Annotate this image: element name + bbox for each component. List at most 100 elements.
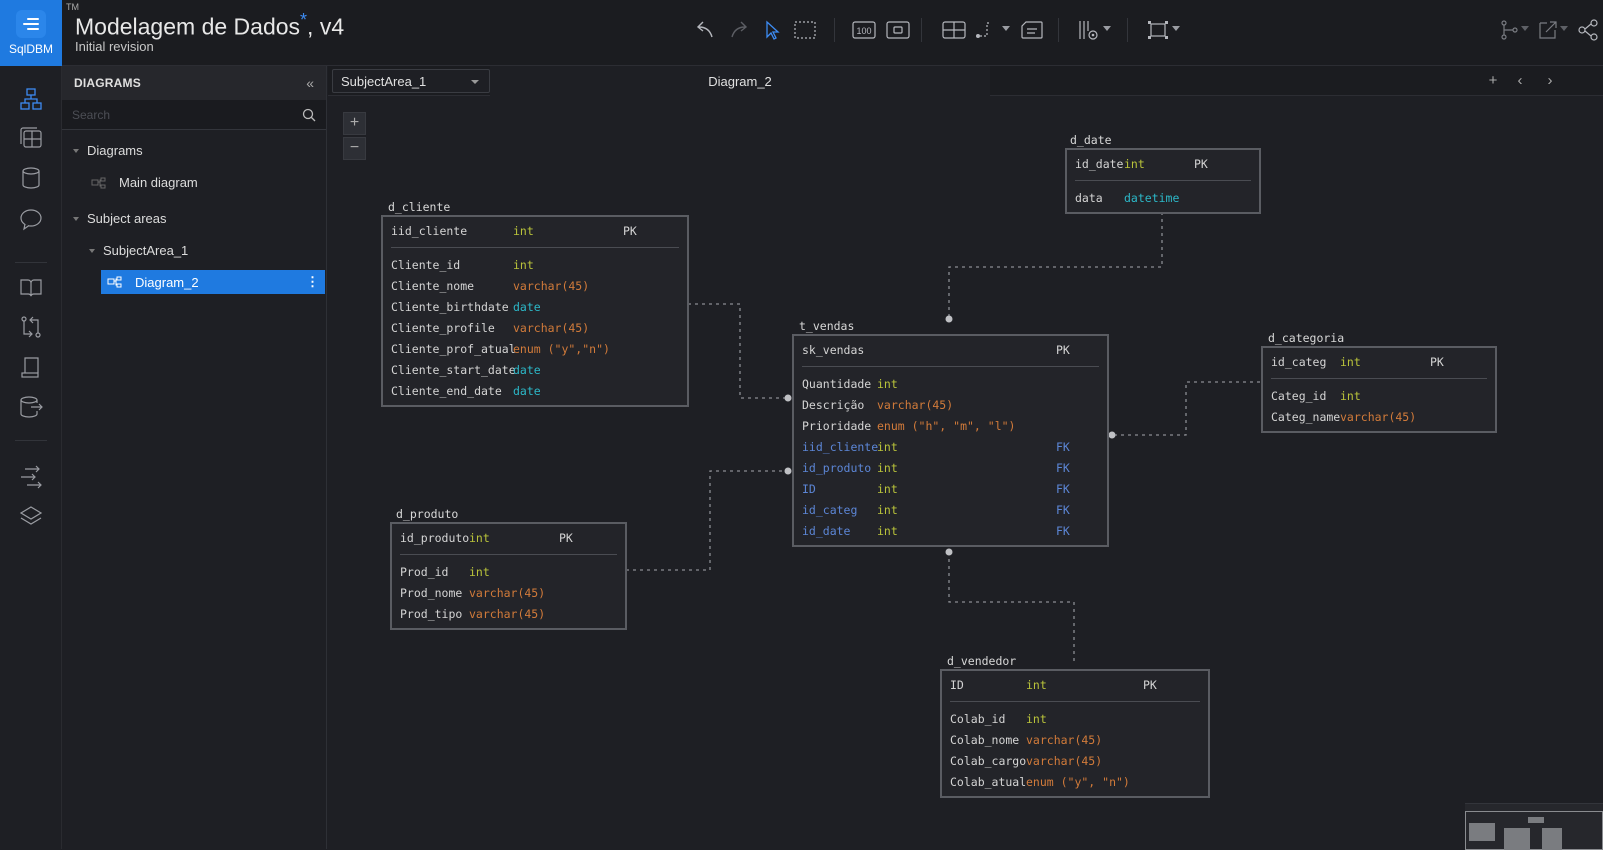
branch-dropdown-caret[interactable] — [1521, 26, 1529, 31]
column-row[interactable]: id_categ int FK — [794, 499, 1107, 520]
export-dropdown-caret[interactable] — [1560, 26, 1568, 31]
column-row[interactable]: Colab_cargo varchar(45) — [942, 750, 1208, 771]
search-icon[interactable] — [302, 108, 316, 122]
column-row[interactable]: data datetime — [1067, 187, 1259, 208]
diagram-canvas[interactable]: + − d_cliente iid_cliente int PK Cliente_id… — [328, 97, 1603, 849]
column-row[interactable]: Colab_nome varchar(45) — [942, 729, 1208, 750]
add-tab-icon[interactable]: + — [1483, 71, 1503, 91]
column-row[interactable]: id_date int FK — [794, 520, 1107, 541]
column-row[interactable]: Cliente_prof_atual enum ("y","n") — [383, 338, 687, 359]
collapse-panel-icon[interactable]: « — [306, 75, 314, 91]
column-row[interactable]: Quantidade int — [794, 373, 1107, 394]
table-d-cliente[interactable]: iid_cliente int PK Cliente_id int Cliente_nom… — [381, 215, 689, 407]
visibility-icon[interactable] — [1076, 17, 1102, 43]
tree-subject-area-1[interactable]: SubjectArea_1 — [89, 243, 188, 258]
panel-title: DIAGRAMS — [74, 76, 141, 90]
diagram-icon[interactable] — [16, 84, 46, 114]
column-row[interactable]: ID int FK — [794, 478, 1107, 499]
column-row[interactable]: id_produto int FK — [794, 457, 1107, 478]
visibility-dropdown-caret[interactable] — [1103, 26, 1111, 31]
undo-icon[interactable] — [692, 17, 718, 43]
export-icon[interactable] — [1535, 17, 1561, 43]
note-icon[interactable] — [1019, 17, 1045, 43]
table-d-vendedor[interactable]: ID int PK Colab_id int Colab_nome varchar(45) C… — [940, 669, 1210, 798]
chevron-right-icon[interactable]: › — [1540, 71, 1560, 91]
table-d-date[interactable]: id_date int PK data datetime — [1065, 148, 1261, 214]
marquee-select-icon[interactable] — [792, 17, 818, 43]
column-row[interactable]: Cliente_end_date date — [383, 380, 687, 401]
column-row[interactable]: Cliente_start_date date — [383, 359, 687, 380]
column-row[interactable]: Descrição varchar(45) — [794, 394, 1107, 415]
project-title[interactable]: Modelagem de Dados*, v4 — [75, 10, 344, 41]
column-row[interactable]: Cliente_nome varchar(45) — [383, 275, 687, 296]
column-row[interactable]: Categ_id int — [1263, 385, 1495, 406]
relationship-line-vendedor[interactable] — [948, 552, 1075, 661]
pk-divider — [391, 247, 679, 248]
relationship-line-cliente[interactable] — [688, 303, 788, 399]
pk-column-row[interactable]: id_categ int PK — [1263, 348, 1495, 376]
column-row[interactable]: Cliente_birthdate date — [383, 296, 687, 317]
column-row[interactable]: Prod_id int — [392, 561, 625, 582]
fit-screen-icon[interactable] — [1145, 17, 1171, 43]
column-row[interactable]: Colab_atual enum ("y", "n") — [942, 771, 1208, 792]
column-name: iid_cliente — [391, 224, 468, 238]
tree-subject-areas[interactable]: Subject areas — [73, 211, 167, 226]
column-row[interactable]: Cliente_id int — [383, 254, 687, 275]
column-name: sk_vendas — [802, 343, 865, 357]
chevron-left-icon[interactable]: ‹ — [1510, 71, 1530, 91]
column-row[interactable]: Colab_id int — [942, 708, 1208, 729]
relationship-line-categoria[interactable] — [1112, 381, 1260, 436]
tree-main-diagram[interactable]: Main diagram — [91, 175, 198, 190]
relationship-line-date[interactable] — [948, 212, 1163, 319]
forward-engineer-icon[interactable] — [16, 462, 46, 492]
column-type: int — [469, 531, 490, 545]
column-type: int — [877, 502, 898, 517]
more-options-icon[interactable]: ⋮ — [306, 274, 319, 290]
column-row[interactable]: Prioridade enum ("h", "m", "l") — [794, 415, 1107, 436]
pk-column-row[interactable]: id_date int PK — [1067, 150, 1259, 178]
sqldbm-logo[interactable]: SqlDBM — [0, 0, 62, 66]
table-d-produto[interactable]: id_produto int PK Prod_id int Prod_nome varcha… — [390, 522, 627, 630]
tree-diagram-2[interactable]: Diagram_2 ⋮ — [101, 270, 325, 294]
layers-icon[interactable] — [16, 501, 46, 531]
table-d-categoria[interactable]: id_categ int PK Categ_id int Categ_name varcha… — [1261, 346, 1497, 433]
tab-diagram-2[interactable]: Diagram_2 — [490, 66, 990, 96]
subject-area-select[interactable]: SubjectArea_1 — [332, 69, 490, 93]
pk-column-row[interactable]: id_produto int PK — [392, 524, 625, 552]
share-icon[interactable] — [1575, 17, 1601, 43]
search-input[interactable] — [72, 107, 272, 122]
relationship-line-icon[interactable] — [972, 17, 998, 43]
branch-icon[interactable] — [1497, 17, 1523, 43]
comment-icon[interactable] — [16, 204, 46, 234]
book-icon[interactable] — [16, 272, 46, 302]
minimap[interactable] — [1465, 803, 1603, 850]
redo-icon[interactable] — [726, 17, 752, 43]
relationship-line-produto[interactable] — [626, 470, 788, 571]
pk-column-row[interactable]: sk_vendas PK — [794, 336, 1107, 364]
column-row[interactable]: Categ_name varchar(45) — [1263, 406, 1495, 427]
column-row[interactable]: Cliente_profile varchar(45) — [383, 317, 687, 338]
pointer-icon[interactable] — [759, 17, 785, 43]
column-row[interactable]: iid_cliente int FK — [794, 436, 1107, 457]
fit-screen-dropdown-caret[interactable] — [1172, 26, 1180, 31]
grid-icon[interactable] — [941, 17, 967, 43]
tree-diagrams[interactable]: Diagrams — [73, 143, 143, 158]
relationship-endpoint — [1108, 431, 1116, 439]
fit-icon[interactable] — [885, 17, 911, 43]
zoom-100-icon[interactable]: 100 — [851, 17, 877, 43]
column-row[interactable]: Prod_tipo varchar(45) — [392, 603, 625, 624]
db-export-icon[interactable] — [16, 392, 46, 422]
pk-column-row[interactable]: iid_cliente int PK — [383, 217, 687, 245]
compare-icon[interactable] — [16, 312, 46, 342]
table-icon[interactable] — [16, 123, 46, 153]
database-icon[interactable] — [16, 163, 46, 193]
column-type: varchar(45) — [1026, 732, 1103, 747]
table-t-vendas[interactable]: sk_vendas PK Quantidade int Descrição varchar… — [792, 334, 1109, 547]
column-name: id_date — [1075, 157, 1124, 171]
relationship-dropdown-caret[interactable] — [1002, 26, 1010, 31]
document-icon[interactable] — [16, 352, 46, 382]
pk-column-row[interactable]: ID int PK — [942, 671, 1208, 699]
column-row[interactable]: Prod_nome varchar(45) — [392, 582, 625, 603]
column-type: int — [1026, 678, 1047, 692]
table-name-d-date: d_date — [1070, 133, 1112, 147]
